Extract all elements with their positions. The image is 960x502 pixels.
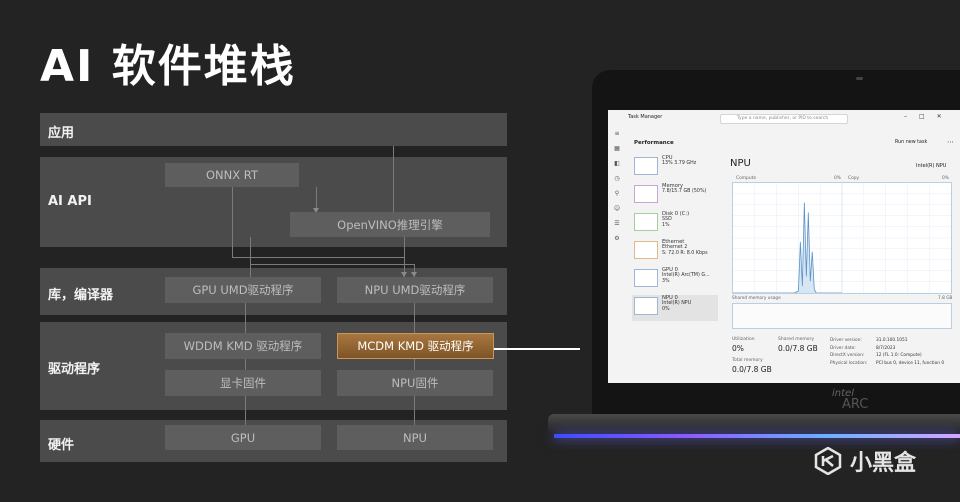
sparkline [634, 185, 658, 203]
row-label: 应用 [48, 126, 75, 141]
mcdm-kmd-box: MCDM KMD 驱动程序 [337, 333, 494, 359]
device-item-gpu[interactable]: GPU 0 Intel(R) Arc(TM) G... 3% [632, 267, 718, 293]
onnx-runtime-box: ONNX RT [165, 163, 299, 187]
sparkline [634, 269, 658, 287]
device-item-npu[interactable]: NPU 0 Intel(R) NPU 0% [632, 295, 718, 321]
row-application: 应用 [40, 113, 507, 146]
graph-label-copy: Copy [848, 176, 860, 181]
menu-icon[interactable]: ≡ [608, 130, 626, 137]
connector-line [232, 187, 233, 257]
connector-line [250, 237, 251, 277]
sparkline [634, 297, 658, 315]
connector-line [414, 303, 415, 433]
app-title: Task Manager [628, 114, 663, 120]
laptop-base [548, 414, 960, 436]
total-memory-label: Total memory [732, 358, 763, 363]
utilization-value: 0% [732, 344, 744, 353]
sparkline [634, 213, 658, 231]
graph-pct-copy: 0% [942, 176, 949, 181]
webcam [856, 77, 863, 80]
shared-memory-graph-max: 7.8 GB [938, 296, 953, 301]
performance-icon[interactable]: ◧ [608, 160, 626, 167]
utilization-label: Utilization [732, 337, 755, 342]
row-label: AI API [48, 194, 92, 209]
gpu-box: GPU [165, 425, 321, 450]
window-controls[interactable]: –□✕ [904, 113, 954, 120]
device-item-cpu[interactable]: CPU 13% 3.79 GHz [632, 155, 718, 181]
total-memory-value: 0.0/7.8 GB [732, 365, 772, 374]
shared-memory-graph [732, 303, 952, 329]
processes-icon[interactable]: ▦ [608, 145, 626, 152]
connector-line [404, 237, 405, 277]
device-item-ethernet[interactable]: Ethernet Ethernet 2 S: 72.0 R: 8.0 Kbps [632, 239, 718, 265]
shared-memory-graph-label: Shared memory usage [732, 296, 781, 301]
sparkline [634, 157, 658, 175]
task-manager-window: Task Manager ⌕ Type a name, publisher, o… [608, 110, 960, 383]
npu-box: NPU [337, 425, 493, 450]
watermark: 小黑盒 [814, 445, 916, 477]
rgb-light-strip [554, 434, 960, 438]
users-icon[interactable]: ☺ [608, 205, 626, 212]
device-item-disk[interactable]: Disk 0 (C:) SSD 1% [632, 211, 718, 237]
device-name: Intel(R) NPU [916, 163, 947, 169]
watermark-text: 小黑盒 [850, 451, 917, 476]
graph-pct-compute: 0% [834, 176, 841, 181]
row-label: 库，编译器 [48, 288, 114, 303]
connector-line [393, 146, 394, 212]
row-label: 硬件 [48, 438, 75, 453]
arc-logo: ARC [842, 397, 869, 412]
gpu-firmware-box: 显卡固件 [165, 370, 321, 396]
gpu-umd-box: GPU UMD驱动程序 [165, 277, 321, 303]
device-info-labels: Driver version: Driver date: DirectX ver… [830, 338, 868, 366]
section-title: Performance [634, 140, 674, 146]
callout-pointer-line [494, 348, 580, 350]
sparkline [634, 241, 658, 259]
openvino-box: OpenVINO推理引擎 [290, 212, 490, 237]
watermark-logo-icon [814, 447, 842, 475]
details-icon[interactable]: ☰ [608, 220, 626, 227]
device-list: CPU 13% 3.79 GHz Memory 7.8/15.7 GB (50%… [632, 155, 718, 323]
connector-line [250, 264, 414, 265]
shared-memory-label: Shared memory [778, 337, 815, 342]
npu-umd-box: NPU UMD驱动程序 [337, 277, 493, 303]
npu-firmware-box: NPU固件 [337, 370, 493, 396]
device-item-memory[interactable]: Memory 7.8/15.7 GB (50%) [632, 183, 718, 209]
connector-line [232, 257, 404, 258]
nav-rail: ≡ ▦ ◧ ◷ ⚲ ☺ ☰ ⚙ [608, 130, 626, 383]
history-icon[interactable]: ◷ [608, 175, 626, 182]
services-icon[interactable]: ⚙ [608, 235, 626, 242]
device-heading: NPU [730, 158, 751, 169]
graph-label-compute: Compute [736, 176, 757, 181]
run-new-task-button[interactable]: Run new task [895, 140, 927, 145]
more-options-icon[interactable]: ⋯ [947, 138, 954, 146]
search-input[interactable]: Type a name, publisher, or PID to search [720, 114, 848, 124]
row-label: 驱动程序 [48, 362, 101, 377]
wddm-kmd-box: WDDM KMD 驱动程序 [165, 333, 321, 359]
startup-icon[interactable]: ⚲ [608, 190, 626, 197]
device-info-values: 31.0.100.1051 8/7/2023 12 (FL 1.0: Compu… [876, 338, 945, 366]
utilization-graph [732, 182, 952, 294]
connector-line [245, 303, 246, 433]
shared-memory-value: 0.0/7.8 GB [778, 344, 818, 353]
slide-title: AI 软件堆栈 [40, 41, 296, 92]
